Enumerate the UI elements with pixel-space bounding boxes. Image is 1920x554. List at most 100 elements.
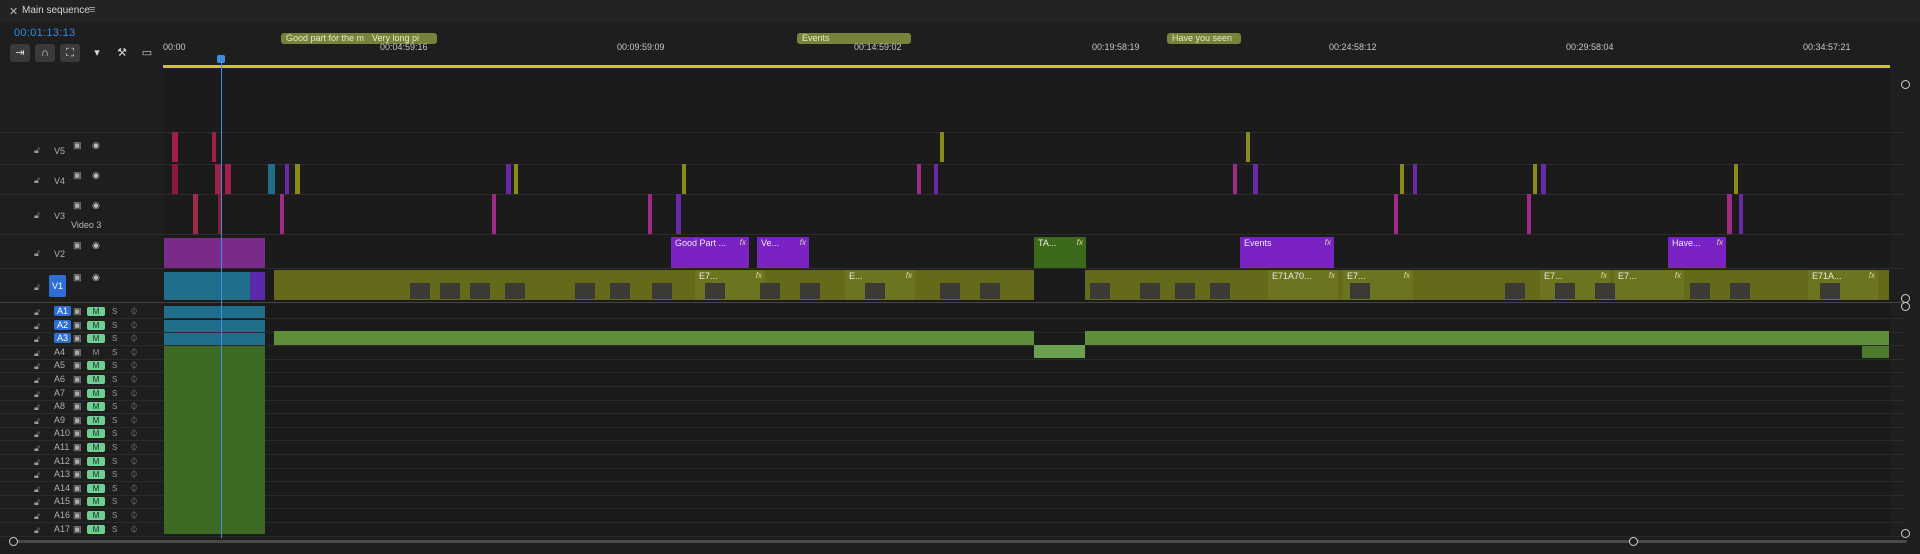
track-name[interactable]: A16 [54, 510, 70, 520]
lock-icon[interactable]: 🔓︎ [34, 307, 40, 318]
sync-lock-icon[interactable]: ▣ [73, 469, 82, 480]
sync-lock-icon[interactable]: ▣ [73, 374, 82, 385]
audio-vscroll-handle[interactable] [1901, 529, 1910, 538]
eye-icon[interactable]: ◉ [92, 240, 100, 251]
solo-button[interactable]: S [112, 307, 117, 316]
sync-lock-icon[interactable]: ▣ [73, 510, 82, 521]
linked-select-icon[interactable]: ⛶ [60, 44, 80, 62]
lock-icon[interactable]: 🔓︎ [34, 348, 40, 359]
solo-button[interactable]: S [112, 443, 117, 452]
captions-icon[interactable]: ▭ [137, 44, 157, 62]
track-name[interactable]: V5 [54, 146, 65, 156]
mic-icon[interactable]: ⏀ [130, 524, 138, 535]
lock-icon[interactable]: 🔓︎ [34, 334, 40, 345]
mute-button[interactable]: M [87, 334, 105, 343]
video-clip[interactable] [506, 164, 511, 194]
video-clip[interactable] [295, 164, 300, 194]
video-clip[interactable]: Events fx [1240, 237, 1334, 268]
video-clip[interactable] [917, 164, 921, 194]
insert-icon[interactable]: ⇥ [10, 44, 30, 62]
close-tab-icon[interactable]: ✕ [9, 5, 18, 18]
mute-button[interactable]: M [87, 348, 105, 357]
video-vscroll-handle[interactable] [1901, 80, 1910, 89]
sync-lock-icon[interactable]: ▣ [73, 140, 82, 151]
playhead-timecode[interactable]: 00:01:13:13 [14, 27, 75, 39]
video-clip[interactable]: TA... fx [1034, 237, 1086, 268]
mute-button[interactable]: M [87, 484, 105, 493]
mute-button[interactable]: M [87, 525, 105, 534]
video-clip[interactable] [1739, 194, 1743, 234]
video-audio-divider[interactable] [0, 302, 1905, 303]
mic-icon[interactable]: ⏀ [130, 401, 138, 412]
video-clip[interactable] [514, 164, 518, 194]
lock-icon[interactable]: 🔓︎ [34, 416, 40, 427]
mute-button[interactable]: M [87, 321, 105, 330]
clip[interactable] [164, 272, 250, 300]
time-ruler[interactable]: 00:00 00:04:59:16 00:09:59:09 00:14:59:0… [163, 42, 1890, 66]
eye-icon[interactable]: ◉ [92, 170, 100, 181]
track-name[interactable]: V3 [54, 211, 65, 221]
lock-icon[interactable]: 🔓︎ [34, 525, 40, 536]
sequence-tab-title[interactable]: Main sequence [22, 5, 90, 16]
sync-lock-icon[interactable]: ▣ [73, 496, 82, 507]
video-clip[interactable] [676, 194, 681, 234]
sync-lock-icon[interactable]: ▣ [73, 320, 82, 331]
mic-icon[interactable]: ⏀ [130, 428, 138, 439]
lock-icon[interactable]: 🔓︎ [34, 497, 40, 508]
lock-icon[interactable]: 🔓︎ [34, 248, 40, 259]
playhead-handle[interactable] [217, 55, 225, 63]
sync-lock-icon[interactable]: ▣ [73, 388, 82, 399]
audio-clip[interactable] [1085, 331, 1889, 345]
mute-button[interactable]: M [87, 443, 105, 452]
solo-button[interactable]: S [112, 497, 117, 506]
video-clip[interactable] [1527, 194, 1531, 234]
audio-vscroll-handle[interactable] [1901, 302, 1910, 311]
sync-lock-icon[interactable]: ▣ [73, 483, 82, 494]
mic-icon[interactable]: ⏀ [130, 320, 138, 331]
track-name[interactable]: A3 [54, 333, 72, 343]
mute-button[interactable]: M [87, 361, 105, 370]
track-name[interactable]: A6 [54, 374, 65, 384]
mic-icon[interactable]: ⏀ [130, 388, 138, 399]
solo-button[interactable]: S [112, 334, 117, 343]
mic-icon[interactable]: ⏀ [130, 442, 138, 453]
clip[interactable] [164, 238, 265, 268]
lock-icon[interactable]: 🔓︎ [34, 470, 40, 481]
mic-icon[interactable]: ⏀ [130, 469, 138, 480]
marker-icon[interactable]: ▾ [87, 44, 107, 62]
mute-button[interactable]: M [87, 511, 105, 520]
video-clip[interactable] [1246, 132, 1250, 162]
sync-lock-icon[interactable]: ▣ [73, 442, 82, 453]
video-clip[interactable] [1727, 194, 1732, 234]
mic-icon[interactable]: ⏀ [130, 483, 138, 494]
mute-button[interactable]: M [87, 470, 105, 479]
mute-button[interactable]: M [87, 457, 105, 466]
mic-icon[interactable]: ⏀ [130, 347, 138, 358]
solo-button[interactable]: S [112, 348, 117, 357]
sync-lock-icon[interactable]: ▣ [73, 347, 82, 358]
lock-icon[interactable]: 🔓︎ [34, 389, 40, 400]
solo-button[interactable]: S [112, 321, 117, 330]
track-name[interactable]: A5 [54, 360, 65, 370]
panel-menu-icon[interactable]: ≡ [89, 4, 95, 16]
video-clip[interactable] [1413, 164, 1417, 194]
video-clip[interactable] [1394, 194, 1398, 234]
lock-icon[interactable]: 🔓︎ [34, 210, 40, 221]
track-name[interactable]: A15 [54, 496, 70, 506]
sync-lock-icon[interactable]: ▣ [73, 456, 82, 467]
mic-icon[interactable]: ⏀ [130, 456, 138, 467]
lock-icon[interactable]: 🔓︎ [34, 443, 40, 454]
sync-lock-icon[interactable]: ▣ [73, 360, 82, 371]
video-clip[interactable] [1233, 164, 1237, 194]
lock-icon[interactable]: 🔓︎ [34, 402, 40, 413]
track-name[interactable]: V2 [54, 249, 65, 259]
video-clip[interactable] [1253, 164, 1258, 194]
audio-clip[interactable] [164, 320, 265, 332]
video-clip[interactable]: Ve... fx [757, 237, 809, 268]
mute-button[interactable]: M [87, 429, 105, 438]
track-area[interactable] [163, 70, 1890, 536]
solo-button[interactable]: S [112, 511, 117, 520]
lock-icon[interactable]: 🔓︎ [34, 484, 40, 495]
sync-lock-icon[interactable]: ▣ [73, 333, 82, 344]
track-name[interactable]: A14 [54, 483, 70, 493]
